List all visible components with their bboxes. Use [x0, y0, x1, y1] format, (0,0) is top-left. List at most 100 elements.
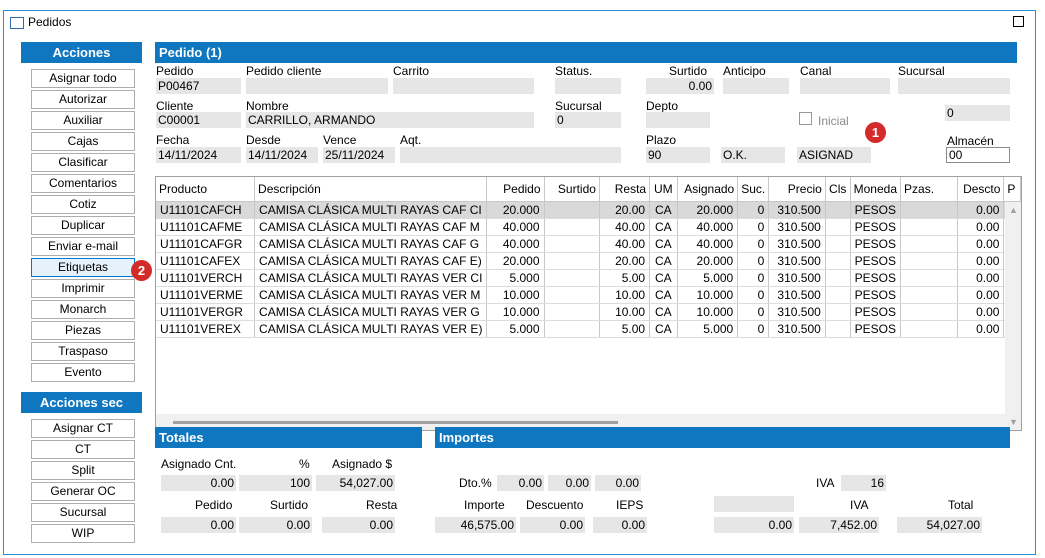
- asignad-field[interactable]: ASIGNAD: [797, 147, 871, 163]
- cell-asignado[interactable]: 40.000: [677, 235, 739, 253]
- horizontal-scroll-thumb[interactable]: [173, 421, 618, 424]
- asignar-ct-button[interactable]: Asignar CT: [31, 419, 135, 438]
- cell-suc[interactable]: 0: [737, 201, 770, 219]
- table-row[interactable]: U11101CAFGR CAMISA CLÁSICA MULTI RAYAS CA…: [156, 235, 1021, 253]
- cell-cls[interactable]: [825, 201, 851, 219]
- cell-surtido[interactable]: [544, 303, 600, 321]
- iva-rate-field[interactable]: 16: [841, 475, 886, 491]
- scroll-down-icon[interactable]: ▼: [1009, 417, 1018, 427]
- descuento-field[interactable]: 0.00: [520, 517, 585, 533]
- cell-descripcion[interactable]: CAMISA CLÁSICA MULTI RAYAS VER CI: [254, 269, 488, 287]
- cell-resta[interactable]: 40.00: [599, 235, 651, 253]
- cell-moneda[interactable]: PESOS: [850, 320, 902, 338]
- cell-surtido[interactable]: [544, 235, 600, 253]
- cell-descto[interactable]: 0.00: [957, 235, 1005, 253]
- column-header-producto[interactable]: Producto: [156, 177, 256, 202]
- wip-button[interactable]: WIP: [31, 524, 135, 543]
- cell-pedido[interactable]: 10.000: [486, 303, 545, 321]
- cell-asignado[interactable]: 20.000: [677, 252, 739, 270]
- asignado-cnt-field[interactable]: 0.00: [161, 475, 236, 491]
- cell-cls[interactable]: [825, 235, 851, 253]
- cell-descto[interactable]: 0.00: [957, 252, 1005, 270]
- column-header-surtido[interactable]: Surtido: [544, 177, 600, 202]
- cell-descripcion[interactable]: CAMISA CLÁSICA MULTI RAYAS CAF G: [254, 235, 488, 253]
- autorizar-button[interactable]: Autorizar: [31, 90, 135, 109]
- cell-precio[interactable]: 310.500: [768, 286, 826, 304]
- inicial-checkbox[interactable]: [799, 112, 812, 125]
- cell-asignado[interactable]: 20.000: [677, 201, 739, 219]
- cell-resta[interactable]: 5.00: [599, 269, 651, 287]
- cell-descripcion[interactable]: CAMISA CLÁSICA MULTI RAYAS CAF CI: [254, 201, 488, 219]
- asignado-amt-field[interactable]: 54,027.00: [316, 475, 395, 491]
- carrito-field[interactable]: [393, 78, 534, 94]
- tot-surtido-field[interactable]: 0.00: [239, 517, 312, 533]
- cell-um[interactable]: CA: [649, 320, 678, 338]
- etiquetas-button[interactable]: Etiquetas: [31, 258, 135, 277]
- cell-precio[interactable]: 310.500: [768, 303, 826, 321]
- cell-asignado[interactable]: 5.000: [677, 269, 739, 287]
- cell-pedido[interactable]: 40.000: [486, 235, 545, 253]
- cell-cls[interactable]: [825, 286, 851, 304]
- cell-descto[interactable]: 0.00: [957, 218, 1005, 236]
- cell-precio[interactable]: 310.500: [768, 320, 826, 338]
- importe-field[interactable]: 46,575.00: [435, 517, 516, 533]
- column-header-descripcion[interactable]: Descripción: [254, 177, 488, 202]
- cell-pedido[interactable]: 5.000: [486, 320, 545, 338]
- traspaso-button[interactable]: Traspaso: [31, 342, 135, 361]
- blank-field[interactable]: [714, 496, 794, 512]
- cell-resta[interactable]: 20.00: [599, 252, 651, 270]
- column-header-p[interactable]: P: [1003, 177, 1021, 202]
- cell-precio[interactable]: 310.500: [768, 269, 826, 287]
- cell-producto[interactable]: U11101CAFEX: [156, 252, 256, 270]
- cell-pedido[interactable]: 20.000: [486, 252, 545, 270]
- cell-moneda[interactable]: PESOS: [850, 235, 902, 253]
- cell-um[interactable]: CA: [649, 235, 678, 253]
- cell-pzas[interactable]: [900, 303, 959, 321]
- maximize-button[interactable]: [1013, 16, 1024, 27]
- sucursal-field[interactable]: [898, 78, 1010, 94]
- tot-pedido-field[interactable]: 0.00: [161, 517, 236, 533]
- generar-oc-button[interactable]: Generar OC: [31, 482, 135, 501]
- monarch-button[interactable]: Monarch: [31, 300, 135, 319]
- cell-producto[interactable]: U11101CAFME: [156, 218, 256, 236]
- auxiliar-button[interactable]: Auxiliar: [31, 111, 135, 130]
- cell-descto[interactable]: 0.00: [957, 320, 1005, 338]
- cell-pedido[interactable]: 5.000: [486, 269, 545, 287]
- cell-resta[interactable]: 5.00: [599, 320, 651, 338]
- column-header-cls[interactable]: Cls: [825, 177, 851, 202]
- cell-asignado[interactable]: 10.000: [677, 286, 739, 304]
- cell-precio[interactable]: 310.500: [768, 252, 826, 270]
- surtido-field[interactable]: 0.00: [646, 78, 714, 94]
- cell-pzas[interactable]: [900, 252, 959, 270]
- cell-producto[interactable]: U11101VERGR: [156, 303, 256, 321]
- cotiz-button[interactable]: Cotiz: [31, 195, 135, 214]
- cell-producto[interactable]: U11101CAFGR: [156, 235, 256, 253]
- table-row[interactable]: U11101VERME CAMISA CLÁSICA MULTI RAYAS VE…: [156, 286, 1021, 304]
- cell-pzas[interactable]: [900, 320, 959, 338]
- cell-cls[interactable]: [825, 269, 851, 287]
- cell-pzas[interactable]: [900, 269, 959, 287]
- cell-precio[interactable]: 310.500: [768, 201, 826, 219]
- cell-um[interactable]: CA: [649, 252, 678, 270]
- cell-pzas[interactable]: [900, 286, 959, 304]
- cell-moneda[interactable]: PESOS: [850, 201, 902, 219]
- cell-cls[interactable]: [825, 218, 851, 236]
- cell-surtido[interactable]: [544, 252, 600, 270]
- column-header-suc[interactable]: Suc.: [737, 177, 770, 202]
- tot-resta-field[interactable]: 0.00: [322, 517, 395, 533]
- cell-moneda[interactable]: PESOS: [850, 269, 902, 287]
- column-header-resta[interactable]: Resta: [599, 177, 651, 202]
- extra-field[interactable]: 0.00: [714, 517, 794, 533]
- iva-field[interactable]: 7,452.00: [799, 517, 879, 533]
- sucursal2-field[interactable]: 0: [555, 112, 621, 128]
- cell-descto[interactable]: 0.00: [957, 303, 1005, 321]
- nombre-field[interactable]: CARRILLO, ARMANDO: [246, 112, 534, 128]
- column-header-descto[interactable]: Descto: [957, 177, 1005, 202]
- cell-surtido[interactable]: [544, 218, 600, 236]
- cell-descripcion[interactable]: CAMISA CLÁSICA MULTI RAYAS VER M: [254, 286, 488, 304]
- grid-vertical-scrollbar[interactable]: ▲ ▼: [1005, 202, 1021, 430]
- column-header-asignado[interactable]: Asignado: [677, 177, 739, 202]
- cell-cls[interactable]: [825, 320, 851, 338]
- table-row[interactable]: U11101CAFME CAMISA CLÁSICA MULTI RAYAS CA…: [156, 218, 1021, 236]
- cell-um[interactable]: CA: [649, 303, 678, 321]
